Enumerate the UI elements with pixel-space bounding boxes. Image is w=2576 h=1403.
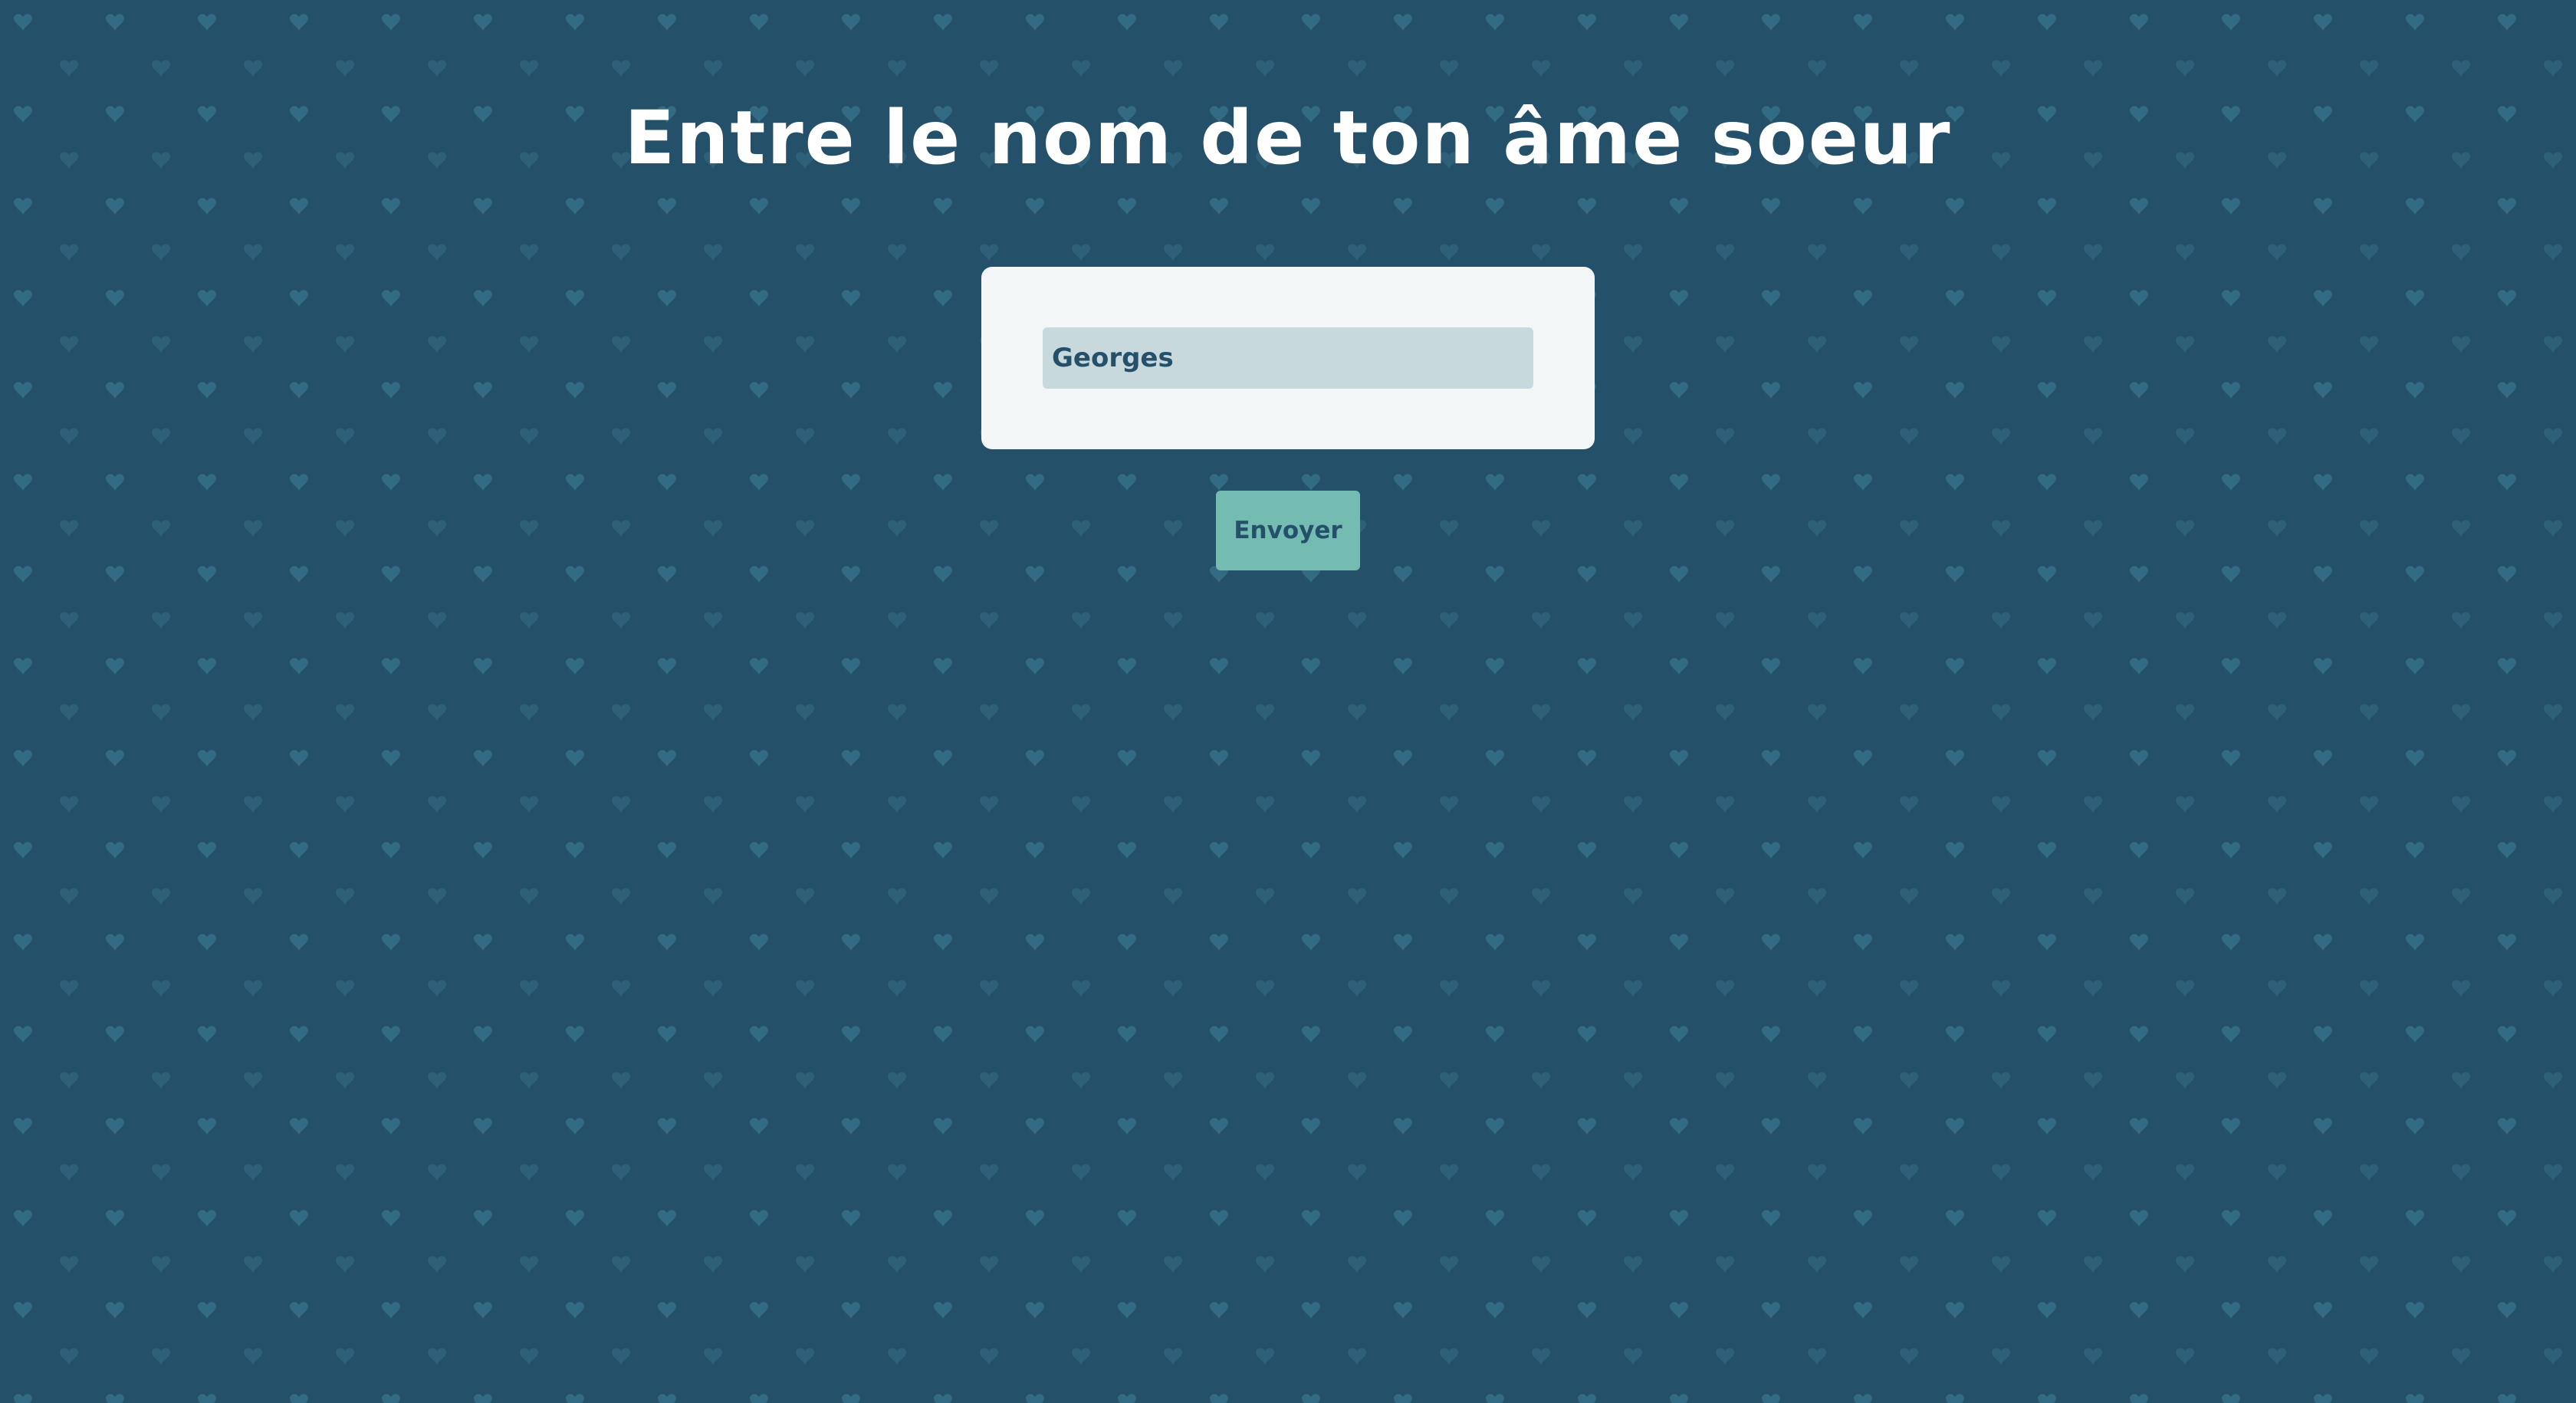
heart-pattern-background: [0, 0, 2576, 1403]
send-button[interactable]: Envoyer: [1216, 491, 1360, 570]
name-form-card: [981, 267, 1595, 449]
soulmate-name-input[interactable]: [1043, 327, 1533, 389]
page-title: Entre le nom de ton âme soeur: [624, 95, 1952, 181]
